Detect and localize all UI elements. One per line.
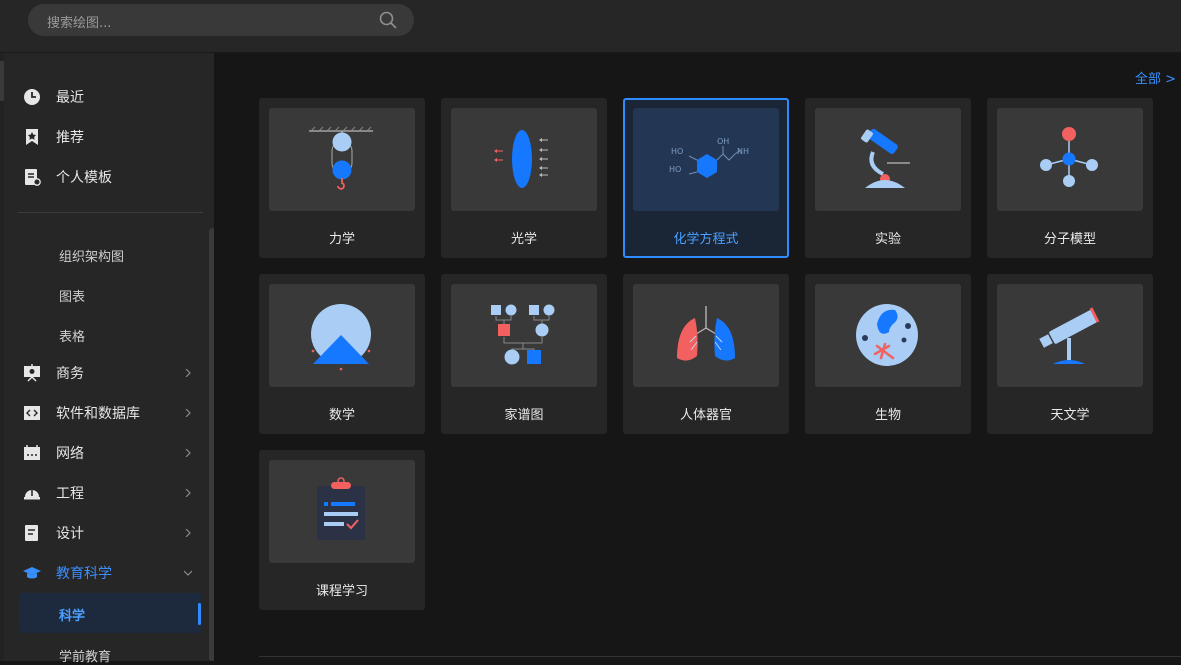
chevron-right-icon [185, 369, 191, 377]
sidebar-subitem-chart[interactable]: 图表 [59, 286, 85, 305]
template-card-molecular-model[interactable]: 分子模型 [987, 98, 1153, 258]
card-label: 家谱图 [504, 408, 544, 423]
template-card-family-tree[interactable]: 家谱图 [441, 274, 607, 434]
clock-icon [24, 89, 40, 105]
card-label: 化学方程式 [673, 232, 739, 247]
active-indicator [198, 603, 201, 625]
card-label: 人体器官 [679, 408, 732, 423]
chemical-equation-icon: HO HO OH NH [669, 137, 749, 178]
mechanics-icon [309, 126, 373, 190]
sidebar-item-design[interactable]: 设计 [4, 513, 204, 553]
chevron-right-icon [185, 409, 191, 417]
sidebar-divider [18, 212, 203, 213]
sidebar-item-label: 最近 [56, 90, 84, 106]
svg-text:NH: NH [737, 147, 749, 156]
template-card-mechanics[interactable]: 力学 [259, 98, 425, 258]
search-box[interactable]: 搜索绘图... [28, 4, 414, 36]
microscope-icon [861, 128, 910, 188]
content-divider [259, 656, 1181, 657]
cell-icon [856, 304, 918, 366]
sidebar-item-label: 商务 [56, 366, 84, 382]
sidebar-item-education-science[interactable]: 教育科学 [4, 553, 204, 593]
sidebar-subitem-org-chart[interactable]: 组织架构图 [59, 246, 124, 265]
family-tree-icon [491, 304, 555, 365]
card-label: 实验 [874, 232, 901, 247]
template-card-biology[interactable]: 生物 [805, 274, 971, 434]
sidebar-subitem-preschool[interactable]: 学前教育 [59, 646, 111, 665]
template-card-optics[interactable]: 光学 [441, 98, 607, 258]
card-label: 生物 [874, 408, 901, 423]
chevron-right-icon [185, 529, 191, 537]
chevron-down-icon [184, 570, 192, 576]
sidebar-item-personal-templates[interactable]: 个人模板 [4, 157, 204, 197]
search-input[interactable]: 搜索绘图... [47, 12, 111, 31]
lungs-icon [677, 306, 735, 361]
view-all-link[interactable]: 全部 > [1135, 68, 1176, 87]
graduation-cap-icon [23, 567, 41, 579]
card-label: 课程学习 [315, 584, 368, 599]
design-doc-icon [25, 525, 38, 541]
sidebar-subitem-table[interactable]: 表格 [59, 326, 85, 345]
sidebar-item-software-database[interactable]: 软件和数据库 [4, 393, 204, 433]
card-label: 分子模型 [1043, 232, 1096, 247]
template-card-mathematics[interactable]: 数学 [259, 274, 425, 434]
telescope-icon [1039, 307, 1100, 364]
personal-template-icon [25, 169, 41, 186]
sidebar-subitem-science[interactable]: 科学 [19, 593, 201, 633]
molecule-icon [1040, 127, 1098, 187]
sidebar-item-label: 推荐 [56, 130, 84, 146]
search-icon[interactable] [378, 10, 398, 30]
helmet-icon [24, 490, 40, 500]
sidebar-subitem-label: 科学 [59, 609, 86, 624]
chevron-right-icon [185, 489, 191, 497]
sidebar-item-label: 软件和数据库 [56, 406, 140, 422]
presentation-icon [24, 364, 40, 382]
sidebar-item-network[interactable]: 网络 [4, 433, 204, 473]
main-content: 全部 > 力学 光学 HO HO OH NH 化学方程式 实验 分子模型 数学 … [214, 53, 1181, 661]
clipboard-icon [317, 477, 365, 540]
star-bookmark-icon [26, 129, 38, 145]
math-icon [311, 304, 371, 371]
sidebar-item-label: 教育科学 [56, 566, 112, 582]
svg-text:HO: HO [671, 147, 683, 156]
top-bar: 搜索绘图... [0, 0, 1181, 53]
sidebar-item-label: 工程 [56, 486, 84, 502]
code-icon [24, 406, 40, 420]
svg-text:OH: OH [717, 137, 729, 146]
sidebar: 最近 推荐 个人模板 组织架构图 图表 表格 商务 软件和数据库 网络 工程 设… [4, 53, 215, 665]
template-card-experiment[interactable]: 实验 [805, 98, 971, 258]
card-label: 力学 [328, 232, 355, 247]
chevron-right-icon [185, 449, 191, 457]
network-icon [24, 445, 40, 460]
sidebar-item-label: 网络 [56, 446, 84, 462]
template-card-chemical-equation[interactable]: HO HO OH NH 化学方程式 [623, 98, 789, 258]
svg-text:HO: HO [669, 165, 681, 174]
sidebar-item-recommended[interactable]: 推荐 [4, 117, 204, 157]
template-card-astronomy[interactable]: 天文学 [987, 274, 1153, 434]
sidebar-item-business[interactable]: 商务 [4, 353, 204, 393]
sidebar-item-engineering[interactable]: 工程 [4, 473, 204, 513]
optics-icon [494, 130, 548, 188]
card-label: 天文学 [1050, 408, 1090, 423]
card-label: 光学 [510, 232, 537, 247]
template-card-human-organs[interactable]: 人体器官 [623, 274, 789, 434]
sidebar-item-label: 个人模板 [56, 170, 112, 186]
template-card-course-study[interactable]: 课程学习 [259, 450, 425, 610]
sidebar-item-recent[interactable]: 最近 [4, 77, 204, 117]
card-label: 数学 [328, 408, 355, 423]
sidebar-item-label: 设计 [56, 526, 84, 542]
